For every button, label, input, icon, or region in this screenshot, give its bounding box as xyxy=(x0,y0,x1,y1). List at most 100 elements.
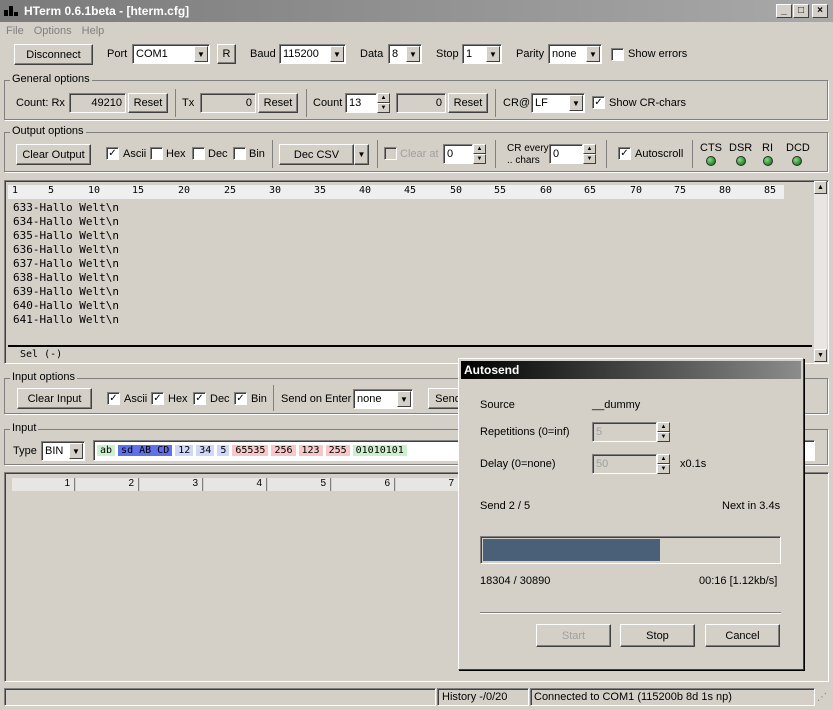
input-ascii-checkbox[interactable]: ✓ xyxy=(107,392,120,405)
bytes-progress: 18304 / 30890 xyxy=(480,575,551,587)
port-select[interactable]: COM1 ▼ xyxy=(132,44,210,64)
grid-column-header: 4 xyxy=(204,478,267,491)
ruler-tick: 75 xyxy=(674,185,687,196)
chevron-down-icon: ▼ xyxy=(586,46,600,62)
scroll-down-icon[interactable]: ▼ xyxy=(814,349,827,362)
maximize-button[interactable]: □ xyxy=(793,4,809,18)
baud-select[interactable]: 115200 ▼ xyxy=(279,44,346,64)
output-dec-checkbox[interactable] xyxy=(192,147,205,160)
count-input[interactable]: 13 xyxy=(345,93,377,113)
count-spinner[interactable]: ▲ ▼ xyxy=(377,93,390,113)
ri-led-icon xyxy=(763,156,773,166)
autoscroll-checkbox[interactable]: ✓ xyxy=(618,147,631,160)
output-line: 639-Hallo Welt\n xyxy=(13,285,119,298)
clear-at-input[interactable]: 0 xyxy=(443,144,473,164)
stop-bits-select[interactable]: 1 ▼ xyxy=(462,44,502,64)
dsr-label: DSR xyxy=(729,142,753,154)
stop-button[interactable]: Stop xyxy=(620,624,695,647)
output-terminal[interactable] xyxy=(4,180,829,364)
menu-file[interactable]: File xyxy=(6,25,24,37)
menu-options[interactable]: Options xyxy=(34,25,72,37)
close-button[interactable]: × xyxy=(812,4,828,18)
input-title: Input xyxy=(10,422,39,434)
show-cr-label: Show CR-chars xyxy=(609,97,687,109)
grid-column-header: 2 xyxy=(76,478,139,491)
cr-every-input[interactable]: 0 xyxy=(549,144,583,164)
progress-bar xyxy=(480,536,781,564)
output-hex-checkbox[interactable] xyxy=(150,147,163,160)
show-cr-checkbox[interactable]: ✓ xyxy=(592,96,605,109)
cancel-button[interactable]: Cancel xyxy=(705,624,780,647)
parity-select[interactable]: none ▼ xyxy=(548,44,602,64)
input-token: 123 xyxy=(298,445,323,456)
type-select[interactable]: BIN ▼ xyxy=(41,441,85,461)
input-token: sd AB CD xyxy=(118,445,173,456)
count-reset-button[interactable]: Reset xyxy=(448,93,488,113)
clear-at-spinner[interactable]: ▲ ▼ xyxy=(473,144,486,164)
show-errors-checkbox[interactable] xyxy=(611,48,624,61)
clear-at-checkbox[interactable] xyxy=(384,147,397,160)
autoscroll-label: Autoscroll xyxy=(635,148,684,160)
start-button[interactable]: Start xyxy=(536,624,611,647)
send-progress-text: Send 2 / 5 xyxy=(480,500,531,512)
count-label: Count xyxy=(313,97,343,109)
output-bin-checkbox[interactable] xyxy=(233,147,246,160)
output-scrollbar[interactable] xyxy=(814,181,827,363)
input-dec-checkbox[interactable]: ✓ xyxy=(193,392,206,405)
input-bin-checkbox[interactable]: ✓ xyxy=(234,392,247,405)
output-ascii-label: Ascii xyxy=(123,148,147,160)
refresh-ports-button[interactable]: R xyxy=(217,44,236,64)
ruler-tick: 65 xyxy=(584,185,597,196)
ruler-tick: 25 xyxy=(224,185,237,196)
ruler-tick: 60 xyxy=(540,185,553,196)
csv-dropdown-button[interactable]: ▼ xyxy=(354,144,369,165)
transfer-time: 00:16 [1.12kb/s] xyxy=(699,575,778,587)
source-label: Source xyxy=(480,399,515,411)
ruler-tick: 30 xyxy=(269,185,282,196)
ruler-tick: 80 xyxy=(719,185,732,196)
autosend-title: Autosend xyxy=(464,363,520,377)
scroll-up-icon[interactable]: ▲ xyxy=(814,181,827,194)
ri-label: RI xyxy=(762,142,773,154)
input-hex-checkbox[interactable]: ✓ xyxy=(151,392,164,405)
clear-input-button[interactable]: Clear Input xyxy=(17,388,92,409)
autosend-title-bar: Autosend xyxy=(461,361,801,379)
menu-bar: File Options Help xyxy=(0,22,833,40)
resize-grip-icon[interactable]: ⋰ xyxy=(817,692,827,703)
send-on-enter-label: Send on Enter xyxy=(281,393,352,405)
data-bits-select[interactable]: 8 ▼ xyxy=(388,44,422,64)
ruler-tick: 1 xyxy=(12,185,19,196)
input-token: 34 xyxy=(196,445,215,456)
tx-reset-button[interactable]: Reset xyxy=(258,93,298,113)
delay-input[interactable]: 50 xyxy=(592,454,657,474)
clear-output-button[interactable]: Clear Output xyxy=(16,144,91,165)
cr-every-spinner[interactable]: ▲ ▼ xyxy=(583,144,596,164)
chevron-down-icon: ▼ xyxy=(406,46,420,62)
input-dec-label: Dec xyxy=(210,393,230,405)
delay-spinner[interactable]: ▲ ▼ xyxy=(657,454,670,474)
repetitions-spinner[interactable]: ▲ ▼ xyxy=(657,422,670,442)
menu-help[interactable]: Help xyxy=(82,25,105,37)
output-bin-label: Bin xyxy=(249,148,265,160)
minimize-button[interactable]: _ xyxy=(776,4,792,18)
send-on-enter-select[interactable]: none ▼ xyxy=(353,389,413,409)
selection-status: Sel (-) xyxy=(20,349,63,360)
window-title: HTerm 0.6.1beta - [hterm.cfg] xyxy=(24,4,190,18)
input-hex-label: Hex xyxy=(168,393,188,405)
output-line: 634-Hallo Welt\n xyxy=(13,215,119,228)
progress-fill xyxy=(483,539,660,561)
cr-every-label: CR every xyxy=(507,143,549,154)
input-token: 255 xyxy=(325,445,350,456)
ruler-tick: 10 xyxy=(88,185,101,196)
cr-select[interactable]: LF ▼ xyxy=(531,93,585,113)
output-line: 640-Hallo Welt\n xyxy=(13,299,119,312)
repetitions-input[interactable]: 5 xyxy=(592,422,657,442)
dec-csv-button[interactable]: Dec CSV xyxy=(279,144,354,165)
disconnect-button[interactable]: Disconnect xyxy=(14,44,93,65)
rx-reset-button[interactable]: Reset xyxy=(128,93,168,113)
grid-column-header: 7 xyxy=(396,478,459,491)
input-token: 5 xyxy=(217,445,230,456)
output-hex-label: Hex xyxy=(166,148,186,160)
output-options-title: Output options xyxy=(10,125,86,137)
output-ascii-checkbox[interactable]: ✓ xyxy=(106,147,119,160)
